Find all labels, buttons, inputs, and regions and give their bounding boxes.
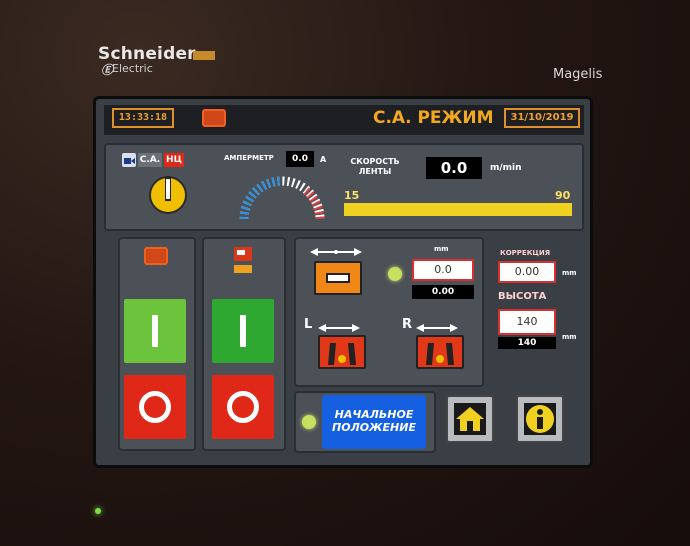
motor-2-start-button[interactable]: [212, 299, 274, 363]
brand-logo-bar: [193, 51, 215, 60]
belt-speed-value: 0.0: [426, 157, 482, 179]
left-guide-button[interactable]: [318, 335, 366, 369]
hmi-bezel: Schneider Ⓔ Electric Magelis 13:33:18 С.…: [0, 0, 690, 546]
height-setpoint-input[interactable]: 140: [498, 309, 556, 335]
right-guide-button[interactable]: [416, 335, 464, 369]
home-position-line2: ПОЛОЖЕНИЕ: [332, 421, 416, 434]
ammeter-label: АМПЕРМЕТР: [224, 154, 274, 162]
width-arrows-icon: [310, 243, 362, 256]
model-label: Magelis: [553, 67, 603, 82]
height-label: ВЫСОТА: [498, 291, 547, 302]
motor-1-start-button[interactable]: [124, 299, 186, 363]
mode-option-nc[interactable]: НЦ: [164, 153, 184, 167]
info-button[interactable]: [516, 395, 564, 443]
motor-1-stop-button[interactable]: [124, 375, 186, 439]
ammeter-value: 0.0: [286, 151, 314, 167]
left-label: L: [304, 317, 313, 332]
belt-speed-bar-fill: [344, 203, 572, 216]
mode-selector-knob[interactable]: [148, 175, 188, 215]
width-ready-led: [388, 267, 402, 281]
date-display: 31/10/2019: [504, 108, 580, 128]
brand-sub: Electric: [112, 62, 153, 75]
belt-motor-icon: [232, 245, 254, 275]
width-setpoint-input[interactable]: 0.0: [412, 259, 474, 281]
belt-speed-unit: m/min: [490, 163, 522, 173]
hmi-screen: 13:33:18 С.А. РЕЖИМ 31/10/2019 С.А. НЦ А…: [96, 99, 590, 465]
belt-speed-max: 90: [555, 189, 571, 202]
correction-input[interactable]: 0.00: [498, 261, 556, 283]
belt-speed-label-2: ЛЕНТЫ: [358, 167, 392, 176]
right-arrows-icon: [416, 319, 458, 332]
camera-icon: [122, 153, 136, 167]
clock-display: 13:33:18: [112, 108, 174, 128]
motor-1-status-indicator: [144, 247, 168, 265]
width-adjust-button[interactable]: [314, 261, 362, 295]
height-actual-value: 140: [498, 337, 556, 349]
ammeter-unit: A: [320, 155, 327, 164]
height-unit: mm: [562, 333, 577, 341]
mode-title: С.А. РЕЖИМ: [373, 108, 494, 128]
home-button[interactable]: [446, 395, 494, 443]
mode-option-sa[interactable]: С.А.: [138, 153, 162, 167]
belt-speed-bar: [344, 203, 572, 216]
ammeter-gauge: [236, 173, 328, 223]
right-label: R: [402, 317, 413, 332]
correction-label: КОРРЕКЦИЯ: [500, 249, 551, 257]
correction-unit: mm: [562, 269, 577, 277]
left-arrows-icon: [318, 319, 360, 332]
home-position-button[interactable]: НАЧАЛЬНОЕ ПОЛОЖЕНИЕ: [322, 395, 426, 449]
home-ready-led: [302, 415, 316, 429]
home-icon: [454, 403, 486, 435]
info-icon: [524, 403, 556, 435]
home-position-line1: НАЧАЛЬНОЕ: [334, 408, 414, 421]
power-led: [95, 508, 101, 514]
motor-2-stop-button[interactable]: [212, 375, 274, 439]
belt-speed-label-1: СКОРОСТЬ: [350, 157, 400, 166]
width-unit-label: mm: [434, 245, 449, 253]
belt-speed-min: 15: [344, 189, 360, 202]
width-actual-value: 0.00: [412, 285, 474, 299]
alarm-indicator[interactable]: [202, 109, 226, 127]
